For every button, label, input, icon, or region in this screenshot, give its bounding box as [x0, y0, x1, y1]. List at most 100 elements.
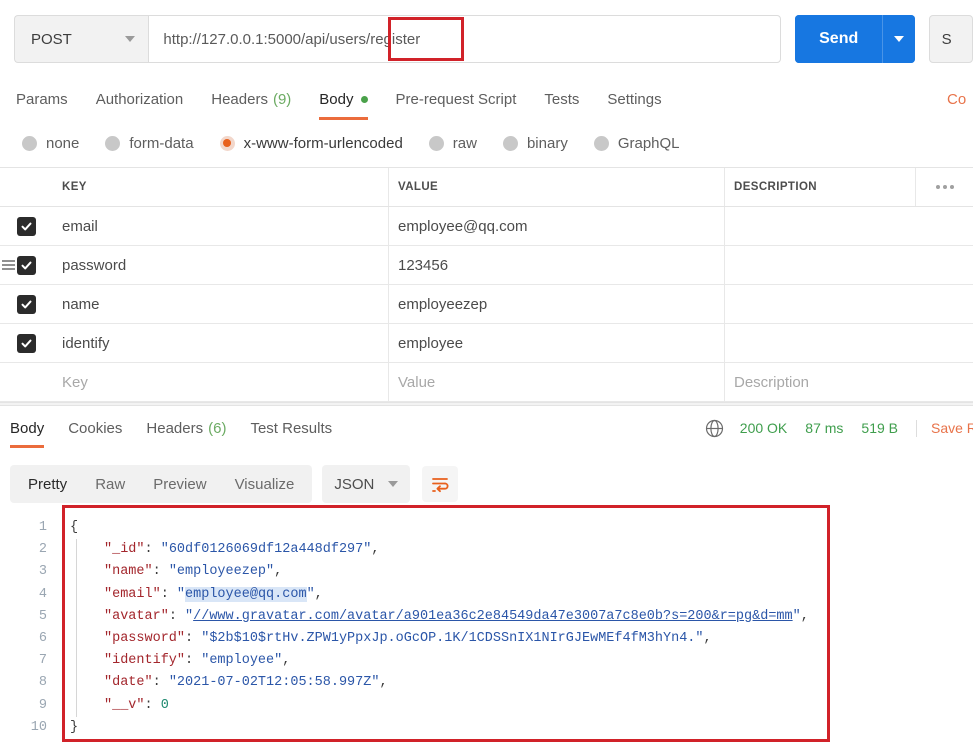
column-header-value: VALUE — [389, 168, 725, 206]
checkbox-checked-icon[interactable] — [17, 294, 36, 314]
row-key[interactable]: identify — [53, 324, 389, 362]
checkbox-checked-icon[interactable] — [17, 333, 36, 353]
code-line: "name": "employeezep", — [104, 564, 283, 580]
tab-pre-request-script[interactable]: Pre-request Script — [396, 78, 517, 120]
save-response-button[interactable]: Save R — [931, 420, 973, 436]
format-label: JSON — [334, 475, 375, 493]
url-input[interactable]: http://127.0.0.1:5000/api/users/register — [148, 15, 782, 63]
view-mode-pretty[interactable]: Pretty — [14, 465, 81, 503]
line-number: 10 — [30, 719, 47, 735]
row-checkbox-cell[interactable] — [17, 324, 53, 362]
body-type-radio-group: none form-data x-www-form-urlencoded raw… — [0, 120, 973, 166]
new-row-key-input[interactable]: Key — [53, 363, 389, 401]
body-type-binary[interactable]: binary — [502, 134, 568, 152]
tab-label: Authorization — [95, 90, 184, 108]
response-tab-cookies[interactable]: Cookies — [68, 408, 122, 448]
response-tab-body[interactable]: Body — [10, 408, 45, 448]
column-header-description: DESCRIPTION — [734, 181, 817, 193]
json-value-name: employeezep — [176, 564, 267, 580]
table-row[interactable]: email employee@qq.com — [0, 207, 973, 246]
response-body-code[interactable]: 1 2 3 4 5 6 7 8 9 10 { "_id": "60df01260… — [0, 508, 973, 747]
row-key[interactable]: password — [53, 246, 389, 284]
postman-window: POST http://127.0.0.1:5000/api/users/reg… — [0, 0, 973, 747]
table-row[interactable]: password 123456 — [0, 246, 973, 285]
cookies-link[interactable]: Co — [947, 78, 973, 120]
view-mode-preview[interactable]: Preview — [139, 465, 220, 503]
view-mode-raw[interactable]: Raw — [81, 465, 139, 503]
response-format-select[interactable]: JSON — [322, 465, 411, 503]
code-line: } — [70, 717, 973, 739]
row-checkbox-cell[interactable] — [17, 207, 53, 245]
row-value[interactable]: employee — [389, 324, 725, 362]
row-description[interactable] — [725, 207, 973, 245]
row-value[interactable]: employee@qq.com — [389, 207, 725, 245]
line-number: 7 — [38, 653, 47, 669]
line-number-gutter: 1 2 3 4 5 6 7 8 9 10 — [0, 508, 58, 747]
json-brace-close: } — [70, 719, 79, 735]
body-type-x-www-form-urlencoded[interactable]: x-www-form-urlencoded — [219, 134, 403, 152]
tab-params[interactable]: Params — [16, 78, 68, 120]
drag-handle-spacer — [0, 363, 17, 401]
tab-label: Headers — [146, 419, 204, 437]
table-row-new[interactable]: Key Value Description — [0, 363, 973, 402]
response-tab-headers[interactable]: Headers (6) — [146, 408, 226, 448]
tab-label: Pre-request Script — [395, 90, 517, 108]
tab-settings[interactable]: Settings — [607, 78, 661, 120]
body-type-none[interactable]: none — [22, 135, 79, 152]
bulk-edit-menu-button[interactable] — [915, 168, 973, 206]
code-line: { — [70, 517, 973, 539]
row-checkbox-cell[interactable] — [17, 246, 53, 284]
table-row[interactable]: identify employee — [0, 324, 973, 363]
response-time: 87 ms — [805, 420, 844, 436]
globe-icon[interactable] — [705, 419, 724, 438]
response-pane-divider[interactable] — [0, 402, 973, 406]
radio-label: GraphQL — [617, 134, 680, 152]
radio-label: form-data — [129, 134, 194, 152]
radio-label: binary — [526, 134, 568, 152]
radio-label: raw — [452, 134, 477, 152]
table-row[interactable]: name employeezep — [0, 285, 973, 324]
row-checkbox-cell[interactable] — [17, 285, 53, 323]
tab-label: Body — [10, 419, 45, 437]
row-key[interactable]: email — [53, 207, 389, 245]
row-value[interactable]: employeezep — [389, 285, 725, 323]
json-value-password: $2b$10$rtHv.ZPW1yPpxJp.oGcOP.1K/1CDSSnIX… — [209, 630, 696, 646]
table-header-row: KEY VALUE DESCRIPTION — [0, 168, 973, 207]
line-number: 6 — [38, 630, 47, 646]
checkbox-checked-icon[interactable] — [17, 216, 36, 236]
tab-authorization[interactable]: Authorization — [96, 78, 184, 120]
radio-icon — [105, 135, 121, 151]
checkbox-checked-icon[interactable] — [17, 255, 36, 275]
row-drag-handle[interactable] — [0, 246, 17, 284]
json-code-content[interactable]: { "_id": "60df0126069df12a448df297", "na… — [58, 508, 973, 747]
response-viewer-toolbar: Pretty Raw Preview Visualize JSON — [10, 465, 459, 503]
row-description[interactable] — [725, 285, 973, 323]
radio-label: x-www-form-urlencoded — [243, 134, 403, 152]
response-tab-test-results[interactable]: Test Results — [250, 408, 332, 448]
json-value-version: 0 — [160, 697, 169, 713]
code-line: "password": "$2b$10$rtHv.ZPW1yPpxJp.oGcO… — [104, 630, 712, 646]
row-description[interactable] — [725, 246, 973, 284]
body-type-raw[interactable]: raw — [428, 134, 477, 152]
new-row-description-input[interactable]: Description — [725, 363, 973, 401]
body-type-graphql[interactable]: GraphQL — [593, 134, 680, 152]
view-mode-visualize[interactable]: Visualize — [221, 465, 309, 503]
http-method-select[interactable]: POST — [14, 15, 149, 63]
row-description[interactable] — [725, 324, 973, 362]
response-view-mode-group: Pretty Raw Preview Visualize — [10, 465, 313, 503]
new-row-value-input[interactable]: Value — [389, 363, 725, 401]
tab-body[interactable]: Body — [319, 78, 368, 120]
json-value-date: 2021-07-02T12:05:58.997Z — [176, 675, 372, 691]
row-value[interactable]: 123456 — [389, 246, 725, 284]
body-type-form-data[interactable]: form-data — [105, 134, 194, 152]
save-request-button[interactable]: S — [928, 15, 973, 63]
send-button[interactable]: Send — [795, 15, 883, 63]
row-key[interactable]: name — [53, 285, 389, 323]
json-value-avatar[interactable]: //www.gravatar.com/avatar/a901ea36c2e845… — [193, 609, 793, 624]
tab-tests[interactable]: Tests — [544, 78, 579, 120]
tab-headers[interactable]: Headers (9) — [211, 78, 291, 120]
send-options-button[interactable] — [882, 15, 915, 63]
code-line: "email": "employee@qq.com", — [104, 586, 323, 602]
word-wrap-toggle-button[interactable] — [422, 466, 459, 502]
request-url-bar: POST http://127.0.0.1:5000/api/users/reg… — [0, 0, 973, 78]
